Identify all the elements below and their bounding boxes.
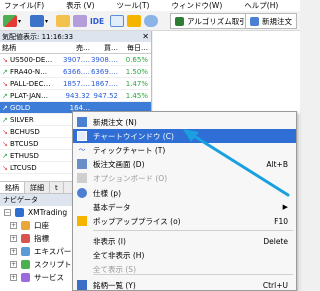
arrow-shaft: [192, 134, 290, 197]
arrow-head: [183, 129, 199, 142]
callout-arrow: [183, 129, 290, 197]
